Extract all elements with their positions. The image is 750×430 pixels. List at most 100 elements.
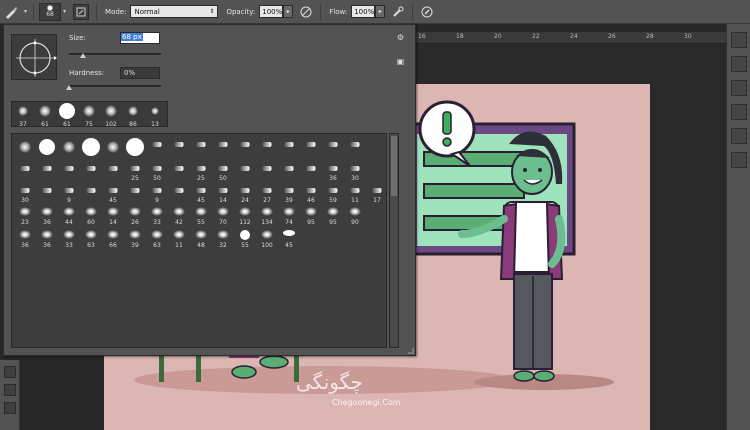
brush-preset-item[interactable]: 32 xyxy=(212,227,234,249)
brush-preset-item[interactable]: 26 xyxy=(124,204,146,226)
brush-angle-icon[interactable] xyxy=(12,35,58,81)
brush-preset-item[interactable] xyxy=(168,160,190,182)
brush-preset-item[interactable]: 100 xyxy=(256,227,278,249)
brush-preset-item[interactable] xyxy=(14,160,36,182)
brush-preset-item[interactable]: 11 xyxy=(344,182,366,204)
brush-preset-item[interactable]: 63 xyxy=(146,227,168,249)
brush-preset-item[interactable] xyxy=(58,160,80,182)
paths-panel-icon[interactable] xyxy=(730,152,747,168)
brush-preset-item[interactable]: 14 xyxy=(102,204,124,226)
pressure-size-icon[interactable] xyxy=(416,2,438,22)
brush-preset-item[interactable]: 112 xyxy=(234,204,256,226)
layers-panel-icon[interactable] xyxy=(730,104,747,120)
recent-brush-item[interactable]: 13 xyxy=(144,102,166,128)
brush-preset-item[interactable] xyxy=(36,182,58,204)
brush-preset-item[interactable]: 45 xyxy=(278,227,300,249)
brush-preset-item[interactable]: 39 xyxy=(278,182,300,204)
recent-brush-item[interactable]: 61 xyxy=(56,102,78,128)
new-preset-icon[interactable]: ▣ xyxy=(396,57,405,66)
properties-panel-icon[interactable] xyxy=(730,128,747,144)
brush-preset-item[interactable]: 14 xyxy=(212,182,234,204)
brush-preset-item[interactable]: 25 xyxy=(190,160,212,182)
brush-preset-item[interactable]: 44 xyxy=(58,204,80,226)
recent-brush-item[interactable]: 102 xyxy=(100,102,122,128)
brush-preset-item[interactable] xyxy=(36,160,58,182)
brush-preset-item[interactable] xyxy=(80,136,102,158)
brush-preset-item[interactable] xyxy=(146,136,168,158)
chevron-down-icon[interactable]: ▾ xyxy=(24,8,27,15)
brush-preset-item[interactable]: 45 xyxy=(102,182,124,204)
swap-colors-icon[interactable] xyxy=(3,402,16,414)
brush-preset-item[interactable]: 46 xyxy=(300,182,322,204)
pressure-opacity-icon[interactable] xyxy=(295,2,317,22)
color-panel-icon[interactable] xyxy=(730,56,747,72)
brush-preset-item[interactable]: 63 xyxy=(80,227,102,249)
brush-preset-item[interactable]: 25 xyxy=(124,160,146,182)
brush-preset-item[interactable]: 50 xyxy=(146,160,168,182)
brush-preset-item[interactable]: 60 xyxy=(80,204,102,226)
brush-preset-item[interactable]: 36 xyxy=(14,227,36,249)
brush-preset-item[interactable] xyxy=(168,136,190,158)
brush-preset-item[interactable]: 24 xyxy=(234,182,256,204)
brush-tool-icon[interactable] xyxy=(0,2,22,22)
hardness-input[interactable]: 0% xyxy=(120,67,160,79)
brush-preset-item[interactable] xyxy=(234,136,256,158)
brush-preset-item[interactable]: 70 xyxy=(212,204,234,226)
history-panel-icon[interactable] xyxy=(730,32,747,48)
toggle-brush-panel-icon[interactable] xyxy=(73,3,90,20)
size-slider-thumb[interactable] xyxy=(79,53,86,58)
chevron-down-icon[interactable]: ▾ xyxy=(63,8,66,15)
hand-tool-icon[interactable] xyxy=(3,366,16,378)
hardness-slider-thumb[interactable] xyxy=(66,85,72,90)
airbrush-icon[interactable] xyxy=(387,2,409,22)
brush-preset-item[interactable]: 30 xyxy=(344,160,366,182)
brush-preset-item[interactable]: 45 xyxy=(190,182,212,204)
zoom-tool-icon[interactable] xyxy=(3,384,16,396)
brush-preset-item[interactable] xyxy=(80,160,102,182)
recent-brush-item[interactable]: 37 xyxy=(12,102,34,128)
brush-preset-item[interactable]: 9 xyxy=(146,182,168,204)
opacity-slider-toggle[interactable]: ▸ xyxy=(283,5,294,18)
scrollbar-thumb[interactable] xyxy=(391,136,397,196)
recent-brush-item[interactable]: 61 xyxy=(34,102,56,128)
brush-preset-item[interactable] xyxy=(256,160,278,182)
brush-preset-item[interactable] xyxy=(124,182,146,204)
brush-preset-item[interactable]: 9 xyxy=(58,182,80,204)
brush-preset-item[interactable]: 134 xyxy=(256,204,278,226)
brush-preset-item[interactable] xyxy=(256,136,278,158)
resize-grip-icon[interactable] xyxy=(408,348,414,354)
brush-preset-item[interactable]: 39 xyxy=(124,227,146,249)
brush-preset-item[interactable]: 23 xyxy=(14,204,36,226)
brush-preset-picker-button[interactable]: 68 xyxy=(39,2,62,21)
brush-preset-item[interactable] xyxy=(344,136,366,158)
adjustments-panel-icon[interactable] xyxy=(730,80,747,96)
brush-preset-item[interactable] xyxy=(14,136,36,158)
size-input[interactable]: 68 px xyxy=(120,32,160,44)
brush-preset-item[interactable]: 50 xyxy=(212,160,234,182)
brush-preset-item[interactable]: 95 xyxy=(322,204,344,226)
brush-preset-item[interactable] xyxy=(322,136,344,158)
hardness-slider[interactable] xyxy=(69,85,161,87)
brush-preset-item[interactable] xyxy=(124,136,146,158)
brush-preset-item[interactable]: 55 xyxy=(234,227,256,249)
brush-preset-item[interactable] xyxy=(278,136,300,158)
brush-preset-item[interactable]: 59 xyxy=(322,182,344,204)
brush-preset-item[interactable]: 11 xyxy=(168,227,190,249)
brush-preset-item[interactable] xyxy=(102,136,124,158)
brush-preset-item[interactable] xyxy=(212,136,234,158)
gear-icon[interactable]: ⚙ xyxy=(396,33,405,42)
recent-brush-item[interactable]: 75 xyxy=(78,102,100,128)
brush-preset-item[interactable]: 36 xyxy=(36,227,58,249)
brush-preset-item[interactable] xyxy=(58,136,80,158)
brush-preset-item[interactable]: 33 xyxy=(146,204,168,226)
brush-preset-item[interactable] xyxy=(234,160,256,182)
mode-select[interactable]: Normal ⇕ xyxy=(130,5,219,18)
brush-preset-item[interactable]: 55 xyxy=(190,204,212,226)
opacity-input[interactable]: 100% xyxy=(259,5,284,18)
brush-preset-item[interactable]: 33 xyxy=(58,227,80,249)
brush-preset-item[interactable] xyxy=(300,136,322,158)
brush-preset-item[interactable]: 90 xyxy=(344,204,366,226)
brush-preset-item[interactable] xyxy=(300,160,322,182)
brush-preset-item[interactable] xyxy=(36,136,58,158)
brush-preset-item[interactable]: 30 xyxy=(14,182,36,204)
